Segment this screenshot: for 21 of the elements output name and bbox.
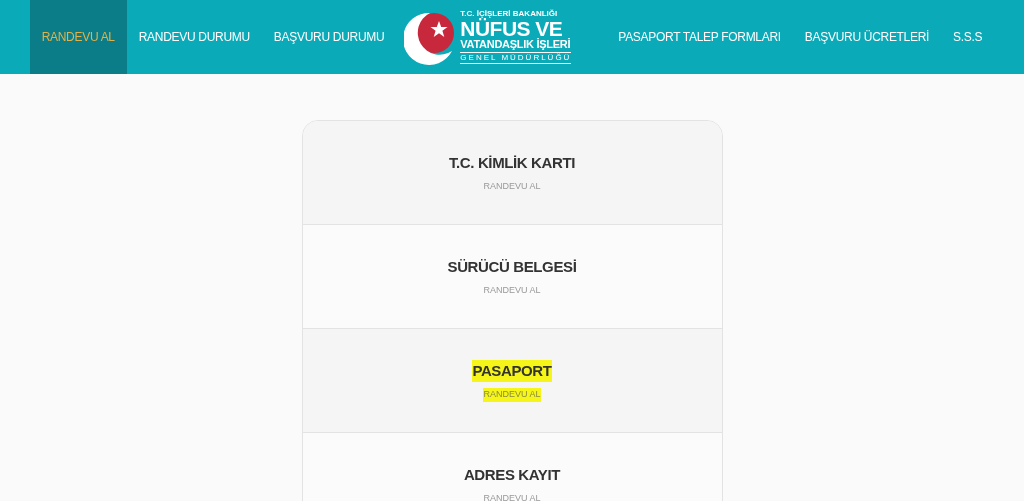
service-title: ADRES KAYIT [463, 464, 561, 485]
nav-link[interactable]: BAŞVURU DURUMU [261, 0, 397, 74]
site-logo[interactable]: T.C. İÇİŞLERİ BAKANLIĞI NÜFUS VE VATANDAŞLIK İŞLERİ GENEL MÜDÜRLÜĞÜ [396, 0, 607, 74]
nav-link[interactable]: S.S.S [941, 0, 995, 74]
logo-title-text: NÜFUS VE [460, 18, 563, 39]
nav-link[interactable]: BAŞVURU ÜCRETLERİ [792, 0, 942, 74]
service-title: SÜRÜCÜ BELGESİ [447, 256, 577, 277]
service-action-text: RANDEVU AL [483, 388, 541, 402]
service-action-text: RANDEVU AL [483, 284, 541, 297]
service-card[interactable]: T.C. KİMLİK KARTI RANDEVU AL [302, 121, 722, 225]
service-action-text: RANDEVU AL [483, 180, 541, 193]
service-card[interactable]: PASAPORT RANDEVU AL [302, 329, 722, 433]
nav-link[interactable]: PASAPORT TALEP FORMLARI [606, 0, 793, 74]
service-title: PASAPORT [472, 359, 552, 382]
service-action-text: RANDEVU AL [483, 492, 541, 501]
service-title: T.C. KİMLİK KARTI [448, 152, 576, 173]
nav-link[interactable]: RANDEVU DURUMU [126, 0, 262, 74]
logo-ministry-text: T.C. İÇİŞLERİ BAKANLIĞI [460, 10, 559, 18]
nav-link[interactable]: RANDEVU AL [29, 0, 127, 74]
logo-subtitle-text: GENEL MÜDÜRLÜĞÜ [460, 52, 572, 64]
logo-title-text: VATANDAŞLIK İŞLERİ [460, 39, 572, 50]
